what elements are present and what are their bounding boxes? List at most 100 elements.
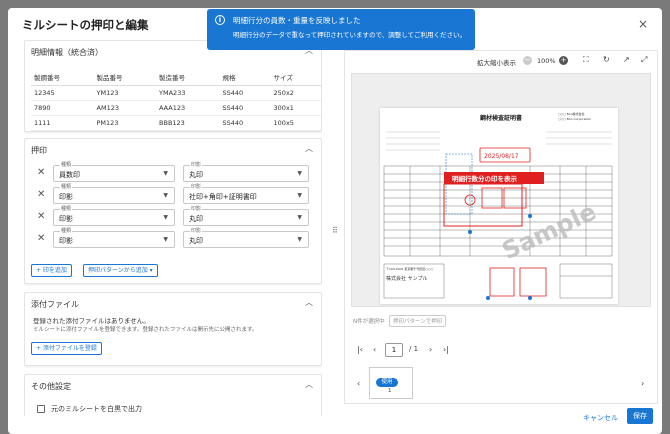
stamp-type-select[interactable]: 種類 印影 ▼ (53, 183, 175, 204)
table-cell: 300x1 (270, 100, 321, 116)
stamp-row: ✕ 種類 印影 ▼ 印影 丸印 ▼ (25, 227, 322, 249)
stamp-type-value: 員数印 (59, 171, 80, 179)
in-use-badge: 使用 (376, 378, 398, 387)
save-button[interactable]: 保存 (627, 408, 653, 424)
dropdown-arrow-icon: ▼ (163, 236, 168, 243)
add-stamp-button[interactable]: + 印を追加 (31, 264, 72, 277)
callout-text: 明細行数分の印を表示 (452, 174, 518, 183)
doc-company: ○○○ Boo株式会社 (558, 111, 585, 116)
remove-icon[interactable]: ✕ (37, 167, 45, 178)
stamp-type-value: 印影 (59, 237, 73, 245)
drag-handle-icon[interactable]: ⠿ (332, 226, 338, 235)
thumb-next-icon[interactable]: › (641, 379, 644, 388)
dropdown-arrow-icon: ▼ (297, 192, 302, 199)
table-cell: 250x2 (270, 85, 321, 101)
resize-handle[interactable] (528, 296, 532, 300)
chevron-up-icon[interactable]: ︿ (305, 379, 313, 390)
stamp-image-value: 丸印 (189, 171, 203, 179)
other-title: その他設定 (31, 382, 71, 391)
stamp-type-label: 種類 (60, 183, 73, 190)
column-header: 製鋼番号 (31, 69, 94, 86)
fullscreen-icon[interactable]: ⤢ (641, 55, 647, 65)
resize-handle[interactable] (486, 296, 490, 300)
remove-icon[interactable]: ✕ (37, 233, 45, 244)
next-page-button[interactable]: › (429, 345, 432, 354)
cancel-button[interactable]: キャンセル (583, 413, 618, 423)
stamp-type-label: 種類 (60, 161, 73, 168)
column-header: サイズ (270, 69, 321, 86)
column-header: 規格 (219, 69, 271, 86)
attachments-note: ミルシートに添付ファイルを登録できます。登録されたファイルは開示先に公開されます… (33, 327, 258, 333)
stamp-image-select[interactable]: 印影 社印+角印+証明書印 ▼ (183, 183, 309, 204)
table-cell: SS440 (219, 115, 271, 131)
remove-icon[interactable]: ✕ (37, 189, 45, 200)
stamp-type-select[interactable]: 種類 印影 ▼ (53, 227, 175, 248)
table-cell: 7890 (31, 100, 94, 116)
prev-page-button[interactable]: ‹ (373, 345, 376, 354)
open-external-icon[interactable]: ↗ (623, 55, 630, 64)
stamp-with-pattern-button[interactable]: 押印パターンで押印 (389, 315, 447, 327)
dropdown-arrow-icon: ▼ (297, 236, 302, 243)
table-row: 12345 YM123 YMA233 SS440 250x2 (31, 85, 321, 101)
stamp-type-value: 印影 (59, 193, 73, 201)
stamp-type-select[interactable]: 種類 員数印 ▼ (53, 161, 175, 182)
add-attachment-button[interactable]: + 添付ファイルを登録 (31, 342, 102, 355)
table-cell: AAA123 (156, 100, 220, 116)
dropdown-arrow-icon: ▼ (297, 214, 302, 221)
resize-handle[interactable] (468, 230, 472, 234)
bw-output-checkbox[interactable] (37, 405, 45, 413)
first-page-button[interactable]: |‹ (357, 345, 363, 354)
table-cell: 100x5 (270, 115, 321, 131)
stamp-image-value: 丸印 (189, 215, 203, 223)
resize-handle[interactable] (528, 214, 532, 218)
chevron-up-icon[interactable]: ︿ (305, 143, 313, 154)
stamps-panel: 押印 ︿ ✕ 種類 員数印 ▼ 印影 丸印 ▼ ✕ 種類 印影 ▼ 印影 社印+角印+証明書印 ▼ ✕ 種類印… (24, 138, 322, 284)
close-icon[interactable]: × (638, 17, 648, 31)
table-cell: BBB123 (156, 115, 220, 131)
table-cell: 12345 (31, 85, 94, 101)
stamp-type-select[interactable]: 種類 印影 ▼ (53, 205, 175, 226)
table-cell: 1111 (31, 115, 94, 131)
stamp-date: 2025/08/17 (484, 153, 519, 160)
stamp-edit-dialog: ミルシートの押印と編集 × 明細情報（統合済） ︿ 製鋼番号 製品番号 製造番号 規格… (8, 8, 662, 434)
dialog-title: ミルシートの押印と編集 (22, 18, 149, 32)
stamps-title: 押印 (31, 146, 47, 155)
chevron-up-icon[interactable]: ︿ (305, 297, 313, 308)
thumbnail-number: 1 (388, 388, 392, 394)
stamp-row: ✕ 種類 員数印 ▼ 印影 丸印 ▼ (25, 161, 322, 183)
stamp-image-label: 印影 (190, 161, 203, 168)
remove-icon[interactable]: ✕ (37, 211, 45, 222)
column-header: 製品番号 (93, 69, 157, 86)
chevron-down-icon: ▾ (149, 267, 153, 274)
details-panel: 明細情報（統合済） ︿ 製鋼番号 製品番号 製造番号 規格 サイズ 12345 YM123… (24, 40, 322, 132)
page-total: / 1 (409, 345, 419, 353)
stamp-image-select[interactable]: 印影 丸印 ▼ (183, 227, 309, 248)
last-page-button[interactable]: ›| (443, 345, 449, 354)
table-row: 1111 PM123 BBB123 SS440 100x5 (31, 115, 321, 131)
dropdown-arrow-icon: ▼ (163, 214, 168, 221)
stamp-image-label: 印影 (190, 227, 203, 234)
pattern-add-button[interactable]: 押印パターンから追加 ▾ (83, 264, 158, 277)
table-cell: AM123 (93, 100, 157, 116)
document-preview[interactable]: 鋼材検査証明書 ○○○ Boo株式会社 ○○○ Boo Corporation (351, 73, 651, 307)
page-input[interactable]: 1 (385, 343, 403, 357)
attachments-empty: 登録された添付ファイルはありません。 (33, 317, 150, 325)
stamp-image-select[interactable]: 印影 丸印 ▼ (183, 161, 309, 182)
stamp-image-select[interactable]: 印影 丸印 ▼ (183, 205, 309, 226)
thumbnail-page-1[interactable]: 使用 (369, 367, 413, 399)
preview-pane: 拡大縮小表示 − 100% + ⛶ ↻ ↗ ⤢ 鋼材検査証明書 ○○○ Boo株… (344, 50, 658, 404)
info-icon: i (215, 15, 225, 25)
stamp-row: ✕ 種類 印影 ▼ 印影 丸印 ▼ (25, 205, 322, 227)
doc-company-en: ○○○ Boo Corporation (558, 117, 591, 121)
details-title: 明細情報（統合済） (31, 48, 103, 57)
thumb-prev-icon[interactable]: ‹ (357, 379, 360, 388)
thumbnail-strip: ‹ 使用 › (345, 367, 657, 403)
doc-address: 〒100-0001 東京都千代田区○○○ (386, 266, 434, 271)
attachments-title: 添付ファイル (31, 300, 79, 309)
bw-output-label: 元のミルシートを白黒で出力 (51, 405, 142, 413)
zoom-out-button[interactable]: − (523, 56, 532, 65)
rotate-icon[interactable]: ↻ (603, 55, 610, 64)
other-settings-panel: その他設定 ︿ 元のミルシートを白黒で出力 (24, 374, 322, 416)
zoom-in-button[interactable]: + (559, 56, 568, 65)
fit-screen-icon[interactable]: ⛶ (583, 55, 589, 65)
